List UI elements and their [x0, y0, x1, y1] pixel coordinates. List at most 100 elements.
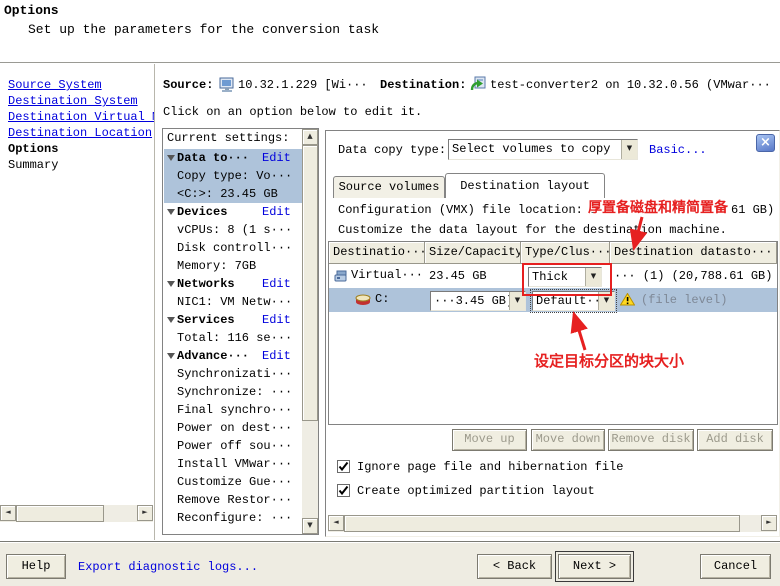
settings-item-label: Install VMwar···: [177, 455, 292, 473]
data-copy-type-select[interactable]: Select volumes to copy ▼: [448, 139, 638, 160]
current-settings-panel: Current settings: Data to··· Edit Copy t…: [162, 128, 319, 535]
collapse-arrow-icon[interactable]: [167, 353, 175, 359]
settings-item-label: Data to···: [177, 149, 249, 167]
settings-item[interactable]: Synchronize: ···: [164, 383, 302, 401]
data-copy-options-panel: × Data copy type: Select volumes to copy…: [325, 130, 780, 537]
edit-link[interactable]: Edit: [262, 149, 291, 167]
volume-size-select[interactable]: ···3.45 GB) ▼: [430, 291, 526, 311]
settings-item[interactable]: Final synchro···: [164, 401, 302, 419]
settings-item-label: Memory: 7GB: [177, 257, 256, 275]
edit-link[interactable]: Edit: [262, 275, 291, 293]
computer-icon: [219, 77, 235, 96]
close-icon[interactable]: ×: [756, 134, 775, 152]
page-title: Options: [4, 3, 59, 18]
settings-scroll-thumb[interactable]: [302, 145, 318, 421]
nav-step-destination-system[interactable]: Destination System: [8, 93, 154, 109]
settings-item-label: Total: 116 se···: [177, 329, 292, 347]
ignore-pagefile-label: Ignore page file and hibernation file: [357, 460, 623, 474]
settings-item[interactable]: Memory: 7GB: [164, 257, 302, 275]
source-label: Source:: [163, 78, 213, 92]
check-icon: [338, 485, 349, 496]
settings-title: Current settings:: [167, 131, 289, 145]
page-subtitle: Set up the parameters for the conversion…: [28, 22, 379, 37]
scroll-right-icon[interactable]: ►: [761, 515, 777, 531]
warning-icon: [620, 293, 635, 310]
back-button[interactable]: < Back: [477, 554, 552, 579]
nav-step-destination-location[interactable]: Destination Location: [8, 125, 154, 141]
edit-link[interactable]: Edit: [262, 311, 291, 329]
scroll-right-icon[interactable]: ►: [137, 505, 153, 521]
export-logs-link[interactable]: Export diagnostic logs...: [78, 560, 258, 574]
settings-item[interactable]: <C:>: 23.45 GB: [164, 185, 302, 203]
settings-item[interactable]: Install VMwar···: [164, 455, 302, 473]
add-disk-button[interactable]: Add disk: [697, 429, 773, 451]
settings-item-label: Synchronizati···: [177, 365, 292, 383]
scroll-up-icon[interactable]: ▲: [302, 129, 318, 145]
next-button[interactable]: Next >: [558, 554, 631, 579]
move-up-button[interactable]: Move up: [452, 429, 527, 451]
settings-item[interactable]: vCPUs: 8 (1 s···: [164, 221, 302, 239]
column-header-size[interactable]: Size/Capacity: [425, 242, 521, 264]
nav-step-source-system[interactable]: Source System: [8, 77, 154, 93]
ignore-pagefile-checkbox[interactable]: [337, 460, 350, 473]
collapse-arrow-icon[interactable]: [167, 209, 175, 215]
column-header-type[interactable]: Type/Clus···: [521, 242, 610, 264]
settings-item[interactable]: Networks Edit: [164, 275, 302, 293]
column-header-datastore[interactable]: Destination datasto···: [610, 242, 777, 264]
settings-item[interactable]: Power on dest···: [164, 419, 302, 437]
settings-item[interactable]: Copy type: Vo···: [164, 167, 302, 185]
settings-item[interactable]: Power off sou···: [164, 437, 302, 455]
cancel-button[interactable]: Cancel: [700, 554, 771, 579]
scroll-down-icon[interactable]: ▼: [302, 518, 318, 534]
collapse-arrow-icon[interactable]: [167, 317, 175, 323]
settings-item[interactable]: Disk controll···: [164, 239, 302, 257]
edit-link[interactable]: Edit: [262, 203, 291, 221]
scroll-left-icon[interactable]: ◄: [0, 505, 16, 521]
virtual-disk-icon: [333, 270, 348, 287]
config-file-location: Configuration (VMX) file location: d: [338, 203, 597, 217]
optimized-partition-checkbox[interactable]: [337, 484, 350, 497]
settings-item-label: Final synchro···: [177, 401, 292, 419]
settings-item[interactable]: Advance··· Edit: [164, 347, 302, 365]
collapse-arrow-icon[interactable]: [167, 281, 175, 287]
settings-item-label: Power on dest···: [177, 419, 292, 437]
tab-source-volumes[interactable]: Source volumes: [333, 176, 445, 198]
move-down-button[interactable]: Move down: [531, 429, 605, 451]
scroll-left-icon[interactable]: ◄: [328, 515, 344, 531]
destination-layout-table: Destinatio··· Size/Capacity Type/Clus···…: [328, 241, 778, 425]
settings-item[interactable]: Data to··· Edit: [164, 149, 302, 167]
tab-destination-layout[interactable]: Destination layout: [445, 173, 605, 198]
panel-scroll-thumb[interactable]: [344, 515, 740, 532]
nav-step-destination-virtual-m[interactable]: Destination Virtual M: [8, 109, 154, 125]
nav-horizontal-scrollbar[interactable]: ◄ ►: [0, 505, 153, 522]
collapse-arrow-icon[interactable]: [167, 155, 175, 161]
settings-item[interactable]: Services Edit: [164, 311, 302, 329]
settings-item[interactable]: Remove Restor···: [164, 491, 302, 509]
settings-item[interactable]: Customize Gue···: [164, 473, 302, 491]
settings-item[interactable]: Reconfigure: ···: [164, 509, 302, 527]
nav-scroll-thumb[interactable]: [16, 505, 104, 522]
converter-options-window: Options Set up the parameters for the co…: [0, 0, 780, 586]
settings-list: Data to··· Edit Copy type: Vo··· <C:>: 2…: [164, 149, 302, 527]
customize-layout-hint: Customize the data layout for the destin…: [338, 223, 727, 237]
chevron-down-icon[interactable]: ▼: [621, 140, 637, 159]
settings-item-label: Disk controll···: [177, 239, 292, 257]
settings-item[interactable]: NIC1: VM Netw···: [164, 293, 302, 311]
wizard-steps-nav: Source SystemDestination SystemDestinati…: [8, 77, 154, 173]
annotation-cluster-text: 设定目标分区的块大小: [534, 350, 684, 371]
settings-vertical-scrollbar[interactable]: ▲ ▼: [302, 129, 318, 534]
source-value: 10.32.1.229 [Wi···: [238, 78, 368, 92]
panel-horizontal-scrollbar[interactable]: ◄ ►: [328, 515, 777, 532]
destination-label: Destination:: [380, 78, 466, 92]
edit-link[interactable]: Edit: [262, 347, 291, 365]
remove-disk-button[interactable]: Remove disk: [608, 429, 694, 451]
settings-item-label: <C:>: 23.45 GB: [177, 185, 278, 203]
disk-datastore: ··· (1) (20,788.61 GB): [614, 269, 772, 283]
config-file-location-end: 61 GB): [731, 203, 774, 217]
column-header-destination[interactable]: Destinatio···: [329, 242, 425, 264]
settings-item[interactable]: Devices Edit: [164, 203, 302, 221]
settings-item[interactable]: Total: 116 se···: [164, 329, 302, 347]
help-button[interactable]: Help: [6, 554, 66, 579]
basic-link[interactable]: Basic...: [649, 143, 707, 157]
settings-item[interactable]: Synchronizati···: [164, 365, 302, 383]
